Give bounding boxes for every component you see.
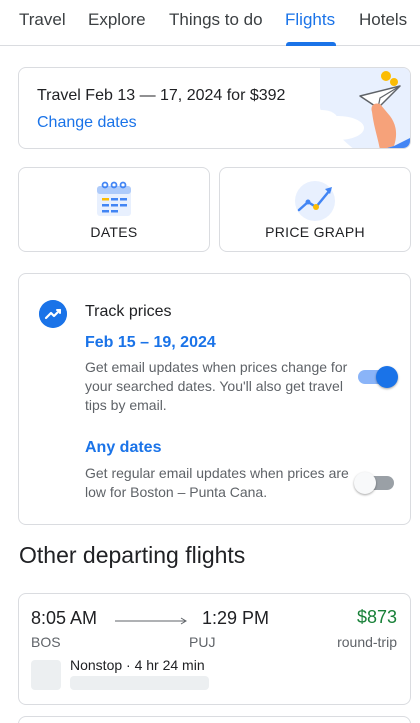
specific-dates-title: Feb 15 – 19, 2024 <box>85 334 216 351</box>
trip-type: round-trip <box>337 634 397 650</box>
calendar-icon <box>97 181 131 216</box>
price-graph-icon <box>295 181 335 221</box>
promo-text: Travel Feb 13 — 17, 2024 for $392 <box>37 87 286 104</box>
paper-plane-hand-illustration <box>306 68 410 148</box>
dates-option-button[interactable]: DATES <box>18 167 210 252</box>
departure-time: 8:05 AM <box>31 608 98 628</box>
tab-flights[interactable]: Flights <box>285 10 335 30</box>
top-nav: Travel Explore Things to do Flights Hote… <box>0 0 420 46</box>
cheaper-dates-promo: Travel Feb 13 — 17, 2024 for $392 Change… <box>18 67 411 149</box>
track-prices-title: Track prices <box>85 303 172 320</box>
price-graph-option-button[interactable]: PRICE GRAPH <box>219 167 411 252</box>
tab-things-to-do[interactable]: Things to do <box>169 10 263 30</box>
tab-travel[interactable]: Travel <box>19 10 66 30</box>
change-dates-link[interactable]: Change dates <box>37 114 137 132</box>
route-arrow-icon <box>115 617 187 625</box>
airline-name-placeholder <box>70 676 209 690</box>
dates-option-label: DATES <box>90 224 138 240</box>
tab-hotels[interactable]: Hotels <box>359 10 407 30</box>
active-tab-indicator <box>286 42 336 46</box>
airline-logo-placeholder <box>31 660 61 690</box>
track-specific-dates-toggle[interactable] <box>356 366 398 388</box>
trending-up-icon <box>39 300 67 328</box>
any-dates-title: Any dates <box>85 439 162 456</box>
track-prices-card: Track prices Feb 15 – 19, 2024 Get email… <box>18 273 411 525</box>
destination-airport: PUJ <box>189 634 216 650</box>
next-flight-card[interactable] <box>18 716 411 723</box>
track-any-dates-toggle[interactable] <box>354 472 396 494</box>
flight-price: $873 <box>356 607 397 627</box>
tab-explore[interactable]: Explore <box>88 10 146 30</box>
flight-result-card[interactable]: 8:05 AM 1:29 PM BOS PUJ $873 round-trip … <box>18 593 411 705</box>
flight-duration: Nonstop · 4 hr 24 min <box>70 657 205 673</box>
price-graph-option-label: PRICE GRAPH <box>265 224 365 240</box>
any-dates-description: Get regular email updates when prices ar… <box>85 465 349 500</box>
arrival-time: 1:29 PM <box>202 608 270 628</box>
specific-dates-description: Get email updates when prices change for… <box>85 359 348 413</box>
other-departing-flights-heading: Other departing flights <box>19 542 246 568</box>
origin-airport: BOS <box>31 634 61 650</box>
